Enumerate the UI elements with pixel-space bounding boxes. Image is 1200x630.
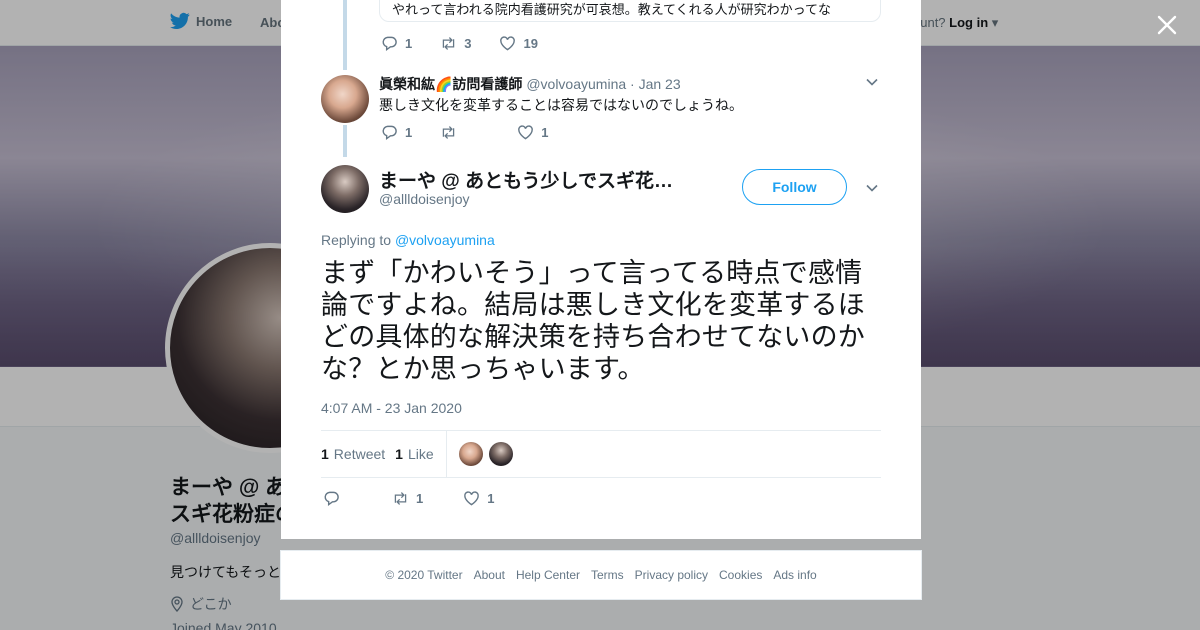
retweet-count: 1 (416, 491, 424, 506)
reply-icon (382, 36, 397, 52)
footer-copyright: © 2020 Twitter (385, 568, 463, 582)
main-tweet-avatar[interactable] (321, 165, 369, 213)
like-stat[interactable]: 1 Like (395, 446, 433, 462)
retweet-stat[interactable]: 1 Retweet (321, 446, 385, 462)
reply-tweet-actions: 1 1 (381, 124, 576, 141)
replying-to-link[interactable]: @volvoayumina (395, 232, 495, 248)
retweet-button[interactable] (440, 124, 464, 141)
reply-date[interactable]: · Jan 23 (630, 76, 681, 92)
chevron-down-icon[interactable] (865, 75, 879, 89)
footer-link-ads-info[interactable]: Ads info (773, 568, 816, 582)
tweet-modal: やれって言われる院内看護研究が可哀想。教えてくれる人が研究わかってな 1 3 1… (281, 0, 921, 539)
thread-line-middle (343, 125, 347, 157)
like-count: 1 (541, 125, 549, 140)
retweet-icon (394, 492, 407, 505)
like-button[interactable]: 19 (499, 35, 538, 52)
like-count: 19 (523, 36, 538, 51)
like-stat-label: Like (407, 446, 434, 462)
replying-to: Replying to @volvoayumina (321, 232, 495, 248)
reply-text: 悪しき文化を変革することは容易ではないのでしょうね。 (379, 97, 743, 113)
reply-count: 1 (405, 36, 413, 51)
liker-avatar[interactable] (488, 442, 513, 466)
reply-author-name[interactable]: 眞榮和紘🌈訪問看護師 (379, 76, 522, 92)
retweet-count: 3 (464, 36, 472, 51)
replying-to-prefix: Replying to (321, 232, 395, 248)
retweet-stat-count: 1 (321, 446, 329, 462)
footer-link-help-center[interactable]: Help Center (516, 568, 580, 582)
footer-link-privacy[interactable]: Privacy policy (635, 568, 708, 582)
like-stat-count: 1 (395, 446, 403, 462)
main-tweet-timestamp[interactable]: 4:07 AM - 23 Jan 2020 (321, 400, 462, 416)
reply-count: 1 (405, 125, 413, 140)
liker-avatar[interactable] (458, 442, 483, 466)
retweet-stat-label: Retweet (333, 446, 386, 462)
footer-link-about[interactable]: About (474, 568, 505, 582)
close-icon[interactable] (1154, 12, 1180, 38)
like-count: 1 (487, 491, 495, 506)
stats-divider (445, 430, 447, 478)
main-tweet-text: まず「かわいそう」って言ってる時点で感情論ですよね。結局は悪しき文化を変革するほ… (321, 258, 865, 385)
chevron-down-icon[interactable] (865, 181, 879, 195)
heart-icon (464, 491, 480, 506)
reply-button[interactable]: 1 (381, 124, 412, 141)
follow-button[interactable]: Follow (742, 169, 847, 205)
quoted-tweet-text: やれって言われる院内看護研究が可哀想。教えてくれる人が研究わかってな (392, 2, 832, 17)
reply-button[interactable]: 1 (381, 35, 412, 52)
like-button[interactable]: 1 (517, 124, 548, 141)
reply-avatar[interactable] (321, 75, 369, 123)
main-tweet-author-name[interactable]: まーや @ あともう少しでスギ花粉症の季節 (379, 166, 684, 193)
footer-link-cookies[interactable]: Cookies (719, 568, 762, 582)
main-tweet-actions: 1 1 (323, 490, 522, 507)
heart-icon (500, 36, 516, 51)
retweet-icon (442, 126, 455, 139)
like-button[interactable]: 1 (463, 490, 494, 507)
reply-icon (324, 491, 339, 507)
heart-icon (518, 125, 534, 140)
modal-footer: © 2020 Twitter About Help Center Terms P… (280, 550, 922, 600)
reply-button[interactable] (323, 490, 347, 507)
retweet-icon (442, 37, 455, 50)
reply-icon (382, 125, 397, 141)
retweet-button[interactable]: 3 (440, 35, 471, 52)
reply-header: 眞榮和紘🌈訪問看護師 @volvoayumina · Jan 23 (379, 74, 681, 94)
footer-link-terms[interactable]: Terms (591, 568, 624, 582)
reply-author-handle[interactable]: @volvoayumina (526, 76, 626, 92)
thread-line-top (343, 0, 347, 70)
quoted-tweet[interactable]: やれって言われる院内看護研究が可哀想。教えてくれる人が研究わかってな (379, 0, 881, 22)
top-tweet-actions: 1 3 19 (381, 35, 566, 52)
retweet-button[interactable]: 1 (392, 490, 423, 507)
main-tweet-author-handle[interactable]: @allldoisenjoy (379, 191, 469, 207)
tweet-stats: 1 Retweet 1 Like (321, 430, 881, 478)
